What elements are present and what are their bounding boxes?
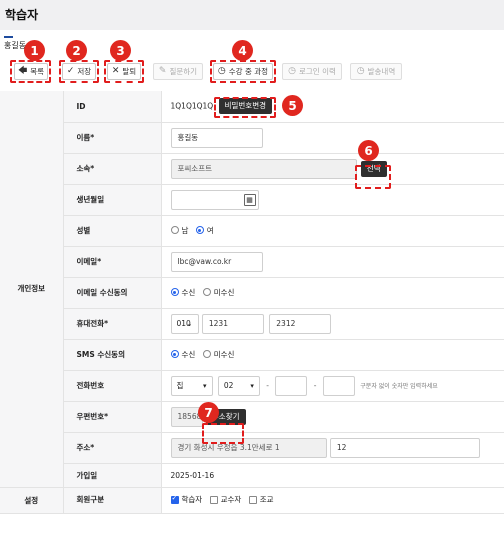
- phone-type-select[interactable]: 집 ▾: [170, 375, 213, 396]
- gender-option-male[interactable]: 남: [170, 225, 189, 236]
- member-type-assistant-label: 조교: [259, 495, 274, 504]
- tab-underline: [4, 36, 13, 38]
- mobile-label: 휴대전화*: [63, 308, 162, 340]
- radio-button[interactable]: [202, 288, 211, 297]
- email-label: 이메일*: [63, 246, 162, 278]
- sms-consent-yes-label: 수신: [181, 349, 196, 359]
- radio-button[interactable]: [202, 350, 211, 359]
- radio-button[interactable]: [170, 226, 179, 235]
- sms-consent-yes[interactable]: 수신: [170, 349, 196, 360]
- affiliation-input: 포씨소프트: [170, 158, 357, 179]
- checkbox[interactable]: [209, 495, 218, 504]
- callout-badge-7: 7: [198, 402, 219, 423]
- calendar-icon[interactable]: ▦: [243, 193, 256, 206]
- name-input[interactable]: 홍길동: [170, 127, 263, 148]
- member-type-learner[interactable]: 학습자: [170, 494, 203, 505]
- callout-highlight-7: [202, 423, 244, 444]
- address-input: 경기 화성시 우정읍 3.1만세로 1: [170, 437, 327, 458]
- learner-form: 개인정보 ID 1Q1Q1Q1Q 비밀번호변경 이름* 홍길동 소속* 포씨소프…: [0, 91, 504, 514]
- tab-learner-name[interactable]: 홍길동: [4, 40, 26, 51]
- joined-label: 가입일: [63, 463, 162, 488]
- callout-badge-1: 1: [24, 40, 45, 61]
- callout-highlight-6: [355, 165, 391, 189]
- phone-area-select[interactable]: 02 ▾: [217, 375, 260, 396]
- phone-middle-input[interactable]: [275, 375, 308, 396]
- callout-badge-5: 5: [282, 95, 303, 116]
- callout-highlight-4: [210, 60, 276, 83]
- question-button[interactable]: ✎ 질문하기: [153, 63, 203, 80]
- caret-down-icon: ▾: [250, 381, 254, 390]
- section-settings: 설정: [0, 487, 64, 514]
- name-label: 이름*: [63, 122, 162, 154]
- email-consent-no-label: 미수신: [213, 287, 235, 297]
- affiliation-label: 소속*: [63, 153, 162, 185]
- radio-button-selected[interactable]: [170, 288, 179, 297]
- birth-label: 생년월일: [63, 184, 162, 216]
- email-consent-yes[interactable]: 수신: [170, 287, 196, 298]
- id-label: ID: [63, 91, 162, 123]
- send-history-button-label: 발송내역: [367, 67, 396, 76]
- phone-hint: 구분자 없이 숫자만 입력하세요: [360, 383, 438, 390]
- section-personal: 개인정보: [0, 91, 64, 488]
- callout-badge-3: 3: [110, 40, 131, 61]
- phone-label: 전화번호: [63, 370, 162, 402]
- edit-icon: ✎: [158, 66, 167, 76]
- phone-type-value: 집: [176, 380, 184, 390]
- phone-area-value: 02: [223, 380, 234, 390]
- email-consent-yes-label: 수신: [181, 287, 196, 297]
- mobile-last-input[interactable]: 2312: [269, 313, 332, 334]
- radio-button-selected[interactable]: [170, 350, 179, 359]
- checkbox[interactable]: [248, 495, 257, 504]
- id-value: 1Q1Q1Q1Q: [170, 101, 214, 111]
- address-detail-input[interactable]: 12: [329, 437, 480, 458]
- member-type-learner-label: 학습자: [181, 495, 203, 504]
- page-header: 학습자: [0, 0, 504, 30]
- mobile-prefix-select[interactable]: 010 ⌄: [170, 313, 199, 334]
- callout-badge-2: 2: [66, 40, 87, 61]
- id-cell: 1Q1Q1Q1Q 비밀번호변경: [161, 91, 504, 123]
- postal-label: 우편번호*: [63, 401, 162, 433]
- send-history-button[interactable]: ◷ 발송내역: [350, 63, 402, 80]
- gender-option-female[interactable]: 여: [195, 225, 214, 236]
- gender-female-label: 여: [206, 225, 214, 235]
- login-history-button-label: 로그인 이력: [298, 67, 336, 76]
- sms-consent-no[interactable]: 미수신: [202, 349, 235, 360]
- caret-down-icon: ⌄: [186, 319, 193, 328]
- callout-badge-4: 4: [232, 40, 253, 61]
- login-history-button[interactable]: ◷ 로그인 이력: [282, 63, 342, 80]
- caret-down-icon: ▾: [202, 381, 207, 390]
- clock-icon: ◷: [288, 66, 296, 76]
- email-consent-label: 이메일 수신동의: [63, 277, 162, 309]
- checkbox-checked[interactable]: [170, 494, 179, 504]
- member-type-instructor[interactable]: 교수자: [209, 494, 242, 505]
- dash-separator: -: [313, 381, 317, 390]
- callout-badge-6: 6: [358, 140, 379, 161]
- gender-male-label: 남: [181, 225, 189, 235]
- page-title: 학습자: [5, 8, 39, 22]
- question-button-label: 질문하기: [169, 67, 198, 76]
- dash-separator: -: [266, 381, 269, 390]
- email-input[interactable]: lbc@vaw.co.kr: [170, 251, 263, 272]
- birth-input[interactable]: ▦: [170, 189, 259, 210]
- email-consent-no[interactable]: 미수신: [202, 287, 235, 298]
- sms-consent-no-label: 미수신: [213, 349, 235, 359]
- radio-button-selected[interactable]: [195, 226, 204, 235]
- mobile-middle-input[interactable]: 1231: [201, 313, 264, 334]
- callout-highlight-5: [214, 97, 276, 118]
- phone-last-input[interactable]: [322, 375, 355, 396]
- clock-icon: ◷: [356, 66, 365, 76]
- callout-highlight-1: [10, 60, 51, 83]
- joined-value: 2025-01-16: [170, 470, 215, 480]
- callout-highlight-2: [59, 60, 99, 83]
- member-type-label: 회원구분: [63, 487, 162, 514]
- member-type-assistant[interactable]: 조교: [248, 494, 274, 505]
- gender-label: 성별: [63, 215, 162, 247]
- callout-highlight-3: [104, 60, 144, 83]
- sms-consent-label: SMS 수신동의: [63, 339, 162, 371]
- address-label: 주소*: [63, 432, 162, 464]
- member-type-instructor-label: 교수자: [220, 495, 242, 504]
